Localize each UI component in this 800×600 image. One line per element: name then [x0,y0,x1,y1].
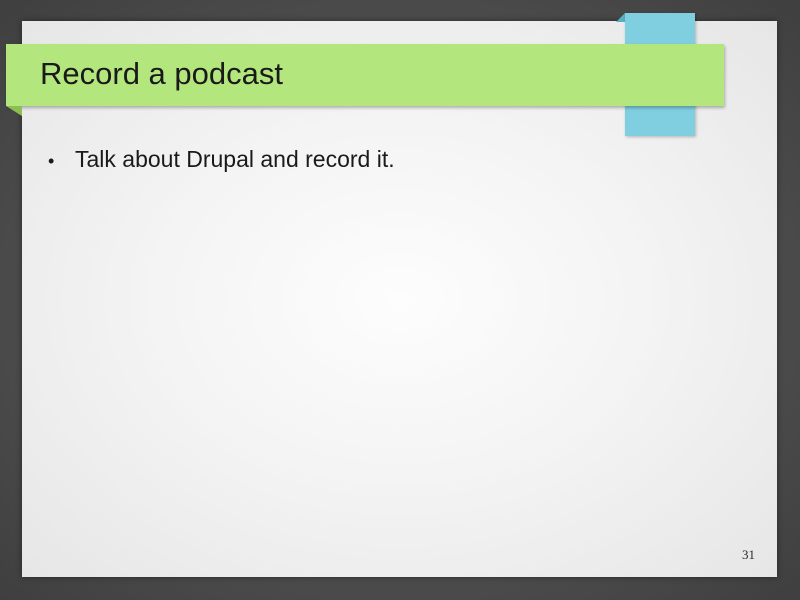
slide-title: Record a podcast [40,56,283,91]
bullet-marker: • [48,151,55,171]
bullet-item: • Talk about Drupal and record it. [48,145,395,175]
bullet-list: • Talk about Drupal and record it. [48,145,395,175]
accent-tab-fold [616,13,625,22]
bullet-text: Talk about Drupal and record it. [75,146,395,172]
title-band-fold [6,106,22,116]
page-number: 31 [742,547,755,562]
